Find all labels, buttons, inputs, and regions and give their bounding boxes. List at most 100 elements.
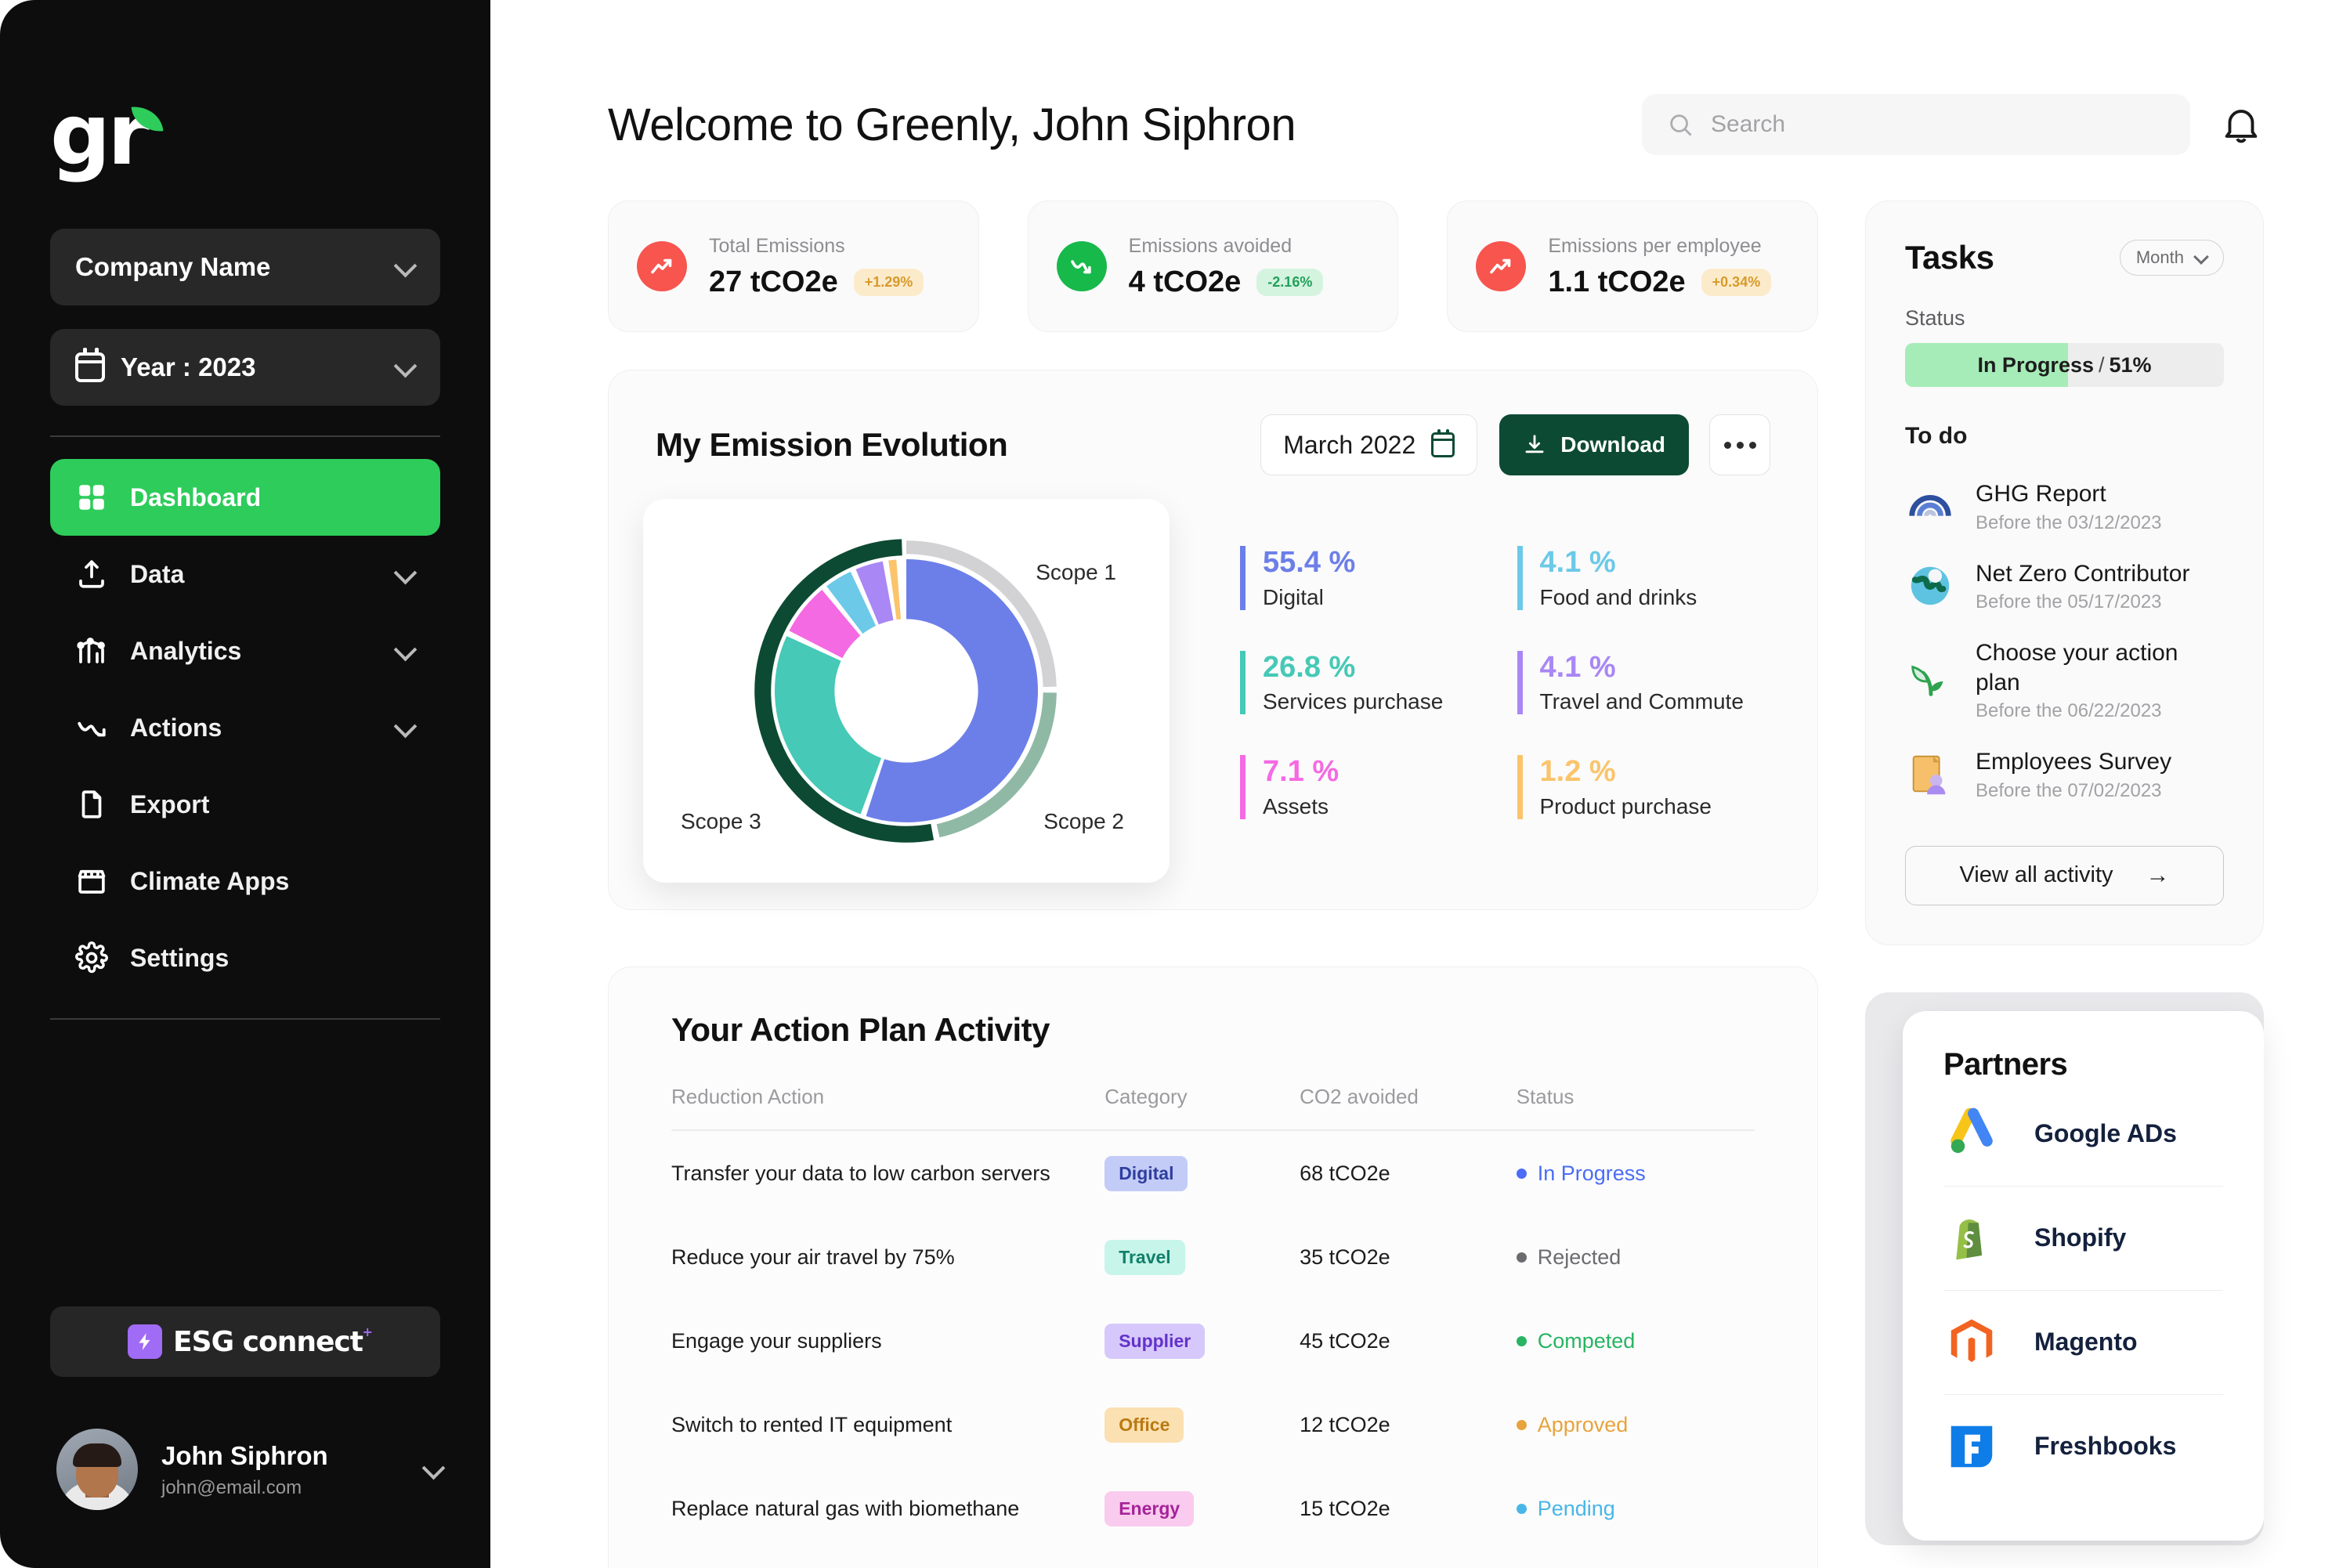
status-dot [1516,1420,1527,1430]
sidebar-item-settings[interactable]: Settings [50,919,440,996]
esg-connect-text: ESG connect [173,1325,363,1358]
legend-item-product-purchase: 1.2 % Product purchase [1517,755,1771,820]
download-button[interactable]: Download [1499,414,1689,475]
sidebar-item-analytics[interactable]: Analytics [50,612,440,689]
sidebar-item-label: Data [130,559,185,588]
table-row[interactable]: Engage your suppliers Supplier 45 tCO2e … [671,1299,1755,1382]
cell-status: Pending [1516,1466,1755,1550]
year-select-label: Year : 2023 [121,352,256,381]
partner-name: Magento [2034,1328,2138,1356]
company-select[interactable]: Company Name [50,229,440,305]
file-icon [75,788,108,821]
status-dot [1516,1169,1527,1179]
logo-text: gr [50,86,150,184]
search-input[interactable] [1711,111,2165,138]
sidebar-nav: Dashboard Data Analytics Actions Export … [50,459,440,1020]
dot [1723,441,1731,449]
table-row[interactable]: Replace natural gas with biomethane Ener… [671,1466,1755,1550]
user-profile[interactable]: John Siphron john@email.com [56,1425,443,1513]
more-options-button[interactable] [1709,414,1770,475]
cell-status: Competed [1516,1299,1755,1382]
legend-item-services-purchase: 26.8 % Services purchase [1240,650,1494,715]
cell-reduction-action: Switch to rented IT equipment [671,1413,953,1436]
status-progress-bar: In Progress/51% [1905,343,2224,387]
app-root: gr Company Name Year : 2023 Dashboard Da… [0,0,2350,1568]
list-item[interactable]: Google ADs [1943,1082,2223,1186]
category-badge: Supplier [1104,1324,1206,1359]
sidebar-divider-top [50,435,440,437]
list-item[interactable]: Choose your action plan Before the 06/22… [1905,626,2224,735]
seedling-icon [1905,656,1955,706]
search-box[interactable] [1642,94,2190,155]
legend-label: Assets [1263,794,1329,819]
kpi-card-total-emissions[interactable]: Total Emissions 27 tCO2e +1.29% [608,201,979,332]
action-plan-title: Your Action Plan Activity [671,1011,1050,1048]
period-select[interactable]: Month [2119,240,2224,276]
sidebar-item-label: Actions [130,713,222,742]
partner-name: Google ADs [2034,1119,2177,1147]
donut-chart-card: Scope 1 Scope 2 Scope 3 [643,499,1217,953]
table-row[interactable]: Transfer your data to low carbon servers… [671,1130,1755,1215]
sidebar-item-export[interactable]: Export [50,766,440,843]
google-ads-icon [1943,1106,2000,1162]
user-email: john@email.com [161,1476,302,1498]
dot [1748,441,1756,449]
chevron-down-icon [395,357,415,378]
list-item[interactable]: Freshbooks [1943,1393,2223,1498]
report-icon [1905,482,1955,532]
globe-icon [1905,561,1955,611]
table-row[interactable]: Switch to rented IT equipment Office 12 … [671,1382,1755,1466]
calendar-icon [1431,429,1455,457]
donut-chart-svg [754,539,1058,843]
list-item[interactable]: Shopify [1943,1185,2223,1290]
table-row[interactable]: Reduce your air travel by 75% Travel 35 … [671,1215,1755,1299]
chevron-down-icon [395,717,415,738]
cell-reduction-action: Replace natural gas with biomethane [671,1497,1020,1520]
notification-bell-icon[interactable] [2218,102,2264,147]
company-select-label: Company Name [75,252,271,281]
search-icon [1667,111,1694,138]
chevron-down-icon[interactable] [423,1459,443,1479]
column-header-co2-avoided: CO2 avoided [1300,1085,1517,1131]
list-item[interactable]: Employees Survey Before the 07/02/2023 [1905,735,2224,815]
year-select[interactable]: Year : 2023 [50,329,440,406]
cell-co2: 35 tCO2e [1300,1245,1390,1269]
status-badge: Rejected [1537,1245,1622,1269]
list-item[interactable]: Magento [1943,1289,2223,1394]
list-item[interactable]: GHG Report Before the 03/12/2023 [1905,467,2224,547]
brand-logo[interactable]: gr [50,88,440,188]
cell-reduction-action: Reduce your air travel by 75% [671,1245,955,1269]
cell-category: Energy [1104,1466,1300,1550]
sidebar-item-data[interactable]: Data [50,536,440,612]
chart-legend: 55.4 % Digital 4.1 % Food and drinks 26.… [1170,499,1770,883]
kpi-card-emissions-avoided[interactable]: Emissions avoided 4 tCO2e -2.16% [1027,201,1399,332]
esg-connect-mark: + [362,1324,373,1339]
legend-label: Product purchase [1539,794,1712,819]
sidebar-item-actions[interactable]: Actions [50,689,440,766]
sidebar: gr Company Name Year : 2023 Dashboard Da… [0,0,490,1568]
page-title: Welcome to Greenly, John Siphron [608,99,1296,150]
kpi-card-emissions-per-employee[interactable]: Emissions per employee 1.1 tCO2e +0.34% [1447,201,1819,332]
category-badge: Office [1104,1407,1184,1443]
todo-name: GHG Report [1976,481,2106,507]
progress-state: In Progress [1977,352,2094,377]
sidebar-item-label: Analytics [130,636,242,665]
date-range-picker[interactable]: March 2022 [1260,414,1478,475]
topbar: Welcome to Greenly, John Siphron [608,94,2264,155]
partner-name: Shopify [2034,1223,2127,1252]
sidebar-item-label: Dashboard [130,482,262,511]
todo-label: To do [1905,423,1968,449]
status-dot [1516,1504,1527,1514]
arrow-right-icon: → [2146,862,2170,888]
sidebar-item-dashboard[interactable]: Dashboard [50,459,440,536]
sidebar-item-climate-apps[interactable]: Climate Apps [50,843,440,919]
view-all-activity-button[interactable]: View all activity → [1905,845,2224,905]
user-name: John Siphron [161,1441,328,1471]
legend-label: Food and drinks [1539,584,1697,609]
legend-item-travel-and-commute: 4.1 % Travel and Commute [1517,650,1771,715]
esg-connect-banner[interactable]: ESG connect + [50,1306,440,1377]
chart-area: Scope 1 Scope 2 Scope 3 55.4 % Digital 4… [643,499,1770,953]
download-label: Download [1560,432,1665,457]
list-item[interactable]: Net Zero Contributor Before the 05/17/20… [1905,547,2224,627]
action-plan-card: Your Action Plan Activity Reduction Acti… [608,966,1818,1568]
